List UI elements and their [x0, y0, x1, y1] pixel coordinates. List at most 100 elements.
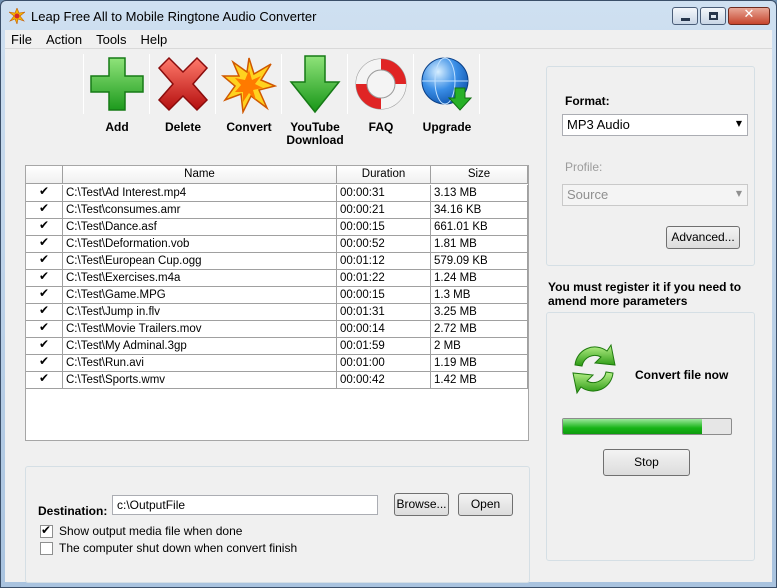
register-notice: You must register it if you need to amen… [548, 280, 742, 308]
checkmark-icon: ✔ [39, 185, 50, 198]
cell-name: C:\Test\Deformation.vob [63, 236, 337, 252]
cell-duration: 00:01:00 [337, 355, 431, 371]
menu-action[interactable]: Action [46, 32, 82, 47]
faq-button[interactable]: FAQ [349, 52, 413, 148]
cell-duration: 00:00:14 [337, 321, 431, 337]
table-row[interactable]: ✔ C:\Test\consumes.amr 00:00:21 34.16 KB [26, 202, 528, 219]
cell-name: C:\Test\Ad Interest.mp4 [63, 185, 337, 201]
checkmark-icon: ✔ [39, 270, 50, 283]
stop-button[interactable]: Stop [603, 449, 690, 476]
delete-button[interactable]: Delete [151, 52, 215, 148]
column-header-check[interactable] [26, 166, 63, 184]
cell-name: C:\Test\Dance.asf [63, 219, 337, 235]
checkmark-icon: ✔ [39, 287, 50, 300]
menu-help[interactable]: Help [140, 32, 167, 47]
progress-fill [563, 419, 703, 434]
toolbar-separator [413, 54, 414, 114]
checkmark-icon: ✔ [39, 202, 50, 215]
row-checkbox[interactable]: ✔ [38, 202, 51, 215]
cell-duration: 00:00:15 [337, 287, 431, 303]
table-row[interactable]: ✔ C:\Test\Deformation.vob 00:00:52 1.81 MB [26, 236, 528, 253]
table-row[interactable]: ✔ C:\Test\Movie Trailers.mov 00:00:14 2.72 … [26, 321, 528, 338]
table-row[interactable]: ✔ C:\Test\Exercises.m4a 00:01:22 1.24 MB [26, 270, 528, 287]
table-row[interactable]: ✔ C:\Test\Dance.asf 00:00:15 661.01 KB [26, 219, 528, 236]
delete-x-icon [157, 56, 209, 112]
dropdown-arrow-icon: ▼ [735, 119, 742, 128]
column-header-duration[interactable]: Duration [337, 166, 431, 184]
profile-value: Source [567, 187, 609, 202]
row-check-cell: ✔ [26, 253, 63, 269]
lifebuoy-icon [355, 58, 407, 110]
advanced-button[interactable]: Advanced... [666, 226, 740, 249]
conversion-progress-bar [562, 418, 732, 435]
checkmark-icon: ✔ [39, 372, 50, 385]
cell-size: 1.42 MB [431, 372, 528, 388]
row-checkbox[interactable]: ✔ [38, 185, 51, 198]
table-row[interactable]: ✔ C:\Test\My Adminal.3gp 00:01:59 2 MB [26, 338, 528, 355]
cell-name: C:\Test\Jump in.flv [63, 304, 337, 320]
row-checkbox[interactable]: ✔ [38, 338, 51, 351]
row-checkbox[interactable]: ✔ [38, 219, 51, 232]
cell-size: 1.24 MB [431, 270, 528, 286]
maximize-button[interactable] [700, 7, 726, 25]
youtube-download-button[interactable]: YouTube Download [283, 52, 347, 148]
main-client-area: Add Delete Convert YouTube Download FAQ … [5, 48, 772, 583]
column-header-size[interactable]: Size [431, 166, 528, 184]
browse-button[interactable]: Browse... [394, 493, 449, 516]
destination-input[interactable] [112, 495, 378, 515]
globe-download-icon [421, 57, 473, 111]
cell-size: 3.13 MB [431, 185, 528, 201]
profile-select[interactable]: Source ▼ [562, 184, 748, 206]
close-button[interactable]: ✕ [728, 7, 770, 25]
close-icon: ✕ [743, 7, 755, 22]
row-check-cell: ✔ [26, 219, 63, 235]
shutdown-checkbox[interactable] [40, 541, 53, 555]
toolbar-separator [215, 54, 216, 114]
shutdown-option[interactable]: The computer shut down when convert fini… [40, 541, 297, 555]
file-list[interactable]: Name Duration Size ✔ C:\Test\Ad Interest.… [25, 165, 529, 441]
row-checkbox[interactable]: ✔ [38, 304, 51, 317]
row-checkbox[interactable]: ✔ [38, 372, 51, 385]
cell-name: C:\Test\Movie Trailers.mov [63, 321, 337, 337]
show-output-option[interactable]: ✔ Show output media file when done [40, 523, 242, 538]
upgrade-label: Upgrade [422, 120, 472, 134]
destination-label: Destination: [38, 504, 108, 518]
table-row[interactable]: ✔ C:\Test\Run.avi 00:01:00 1.19 MB [26, 355, 528, 372]
row-checkbox[interactable]: ✔ [38, 236, 51, 249]
format-select[interactable]: MP3 Audio ▼ [562, 114, 748, 136]
table-row[interactable]: ✔ C:\Test\Jump in.flv 00:01:31 3.25 MB [26, 304, 528, 321]
add-button[interactable]: Add [85, 52, 149, 148]
menu-tools[interactable]: Tools [96, 32, 126, 47]
minimize-button[interactable] [672, 7, 698, 25]
checkmark-icon: ✔ [39, 304, 50, 317]
column-header-name[interactable]: Name [63, 166, 337, 184]
row-checkbox[interactable]: ✔ [38, 321, 51, 334]
upgrade-button[interactable]: Upgrade [415, 52, 479, 148]
show-output-checkbox[interactable]: ✔ [40, 523, 53, 538]
format-label: Format: [565, 94, 610, 108]
table-row[interactable]: ✔ C:\Test\Sports.wmv 00:00:42 1.42 MB [26, 372, 528, 389]
toolbar-separator [281, 54, 282, 114]
cell-size: 3.25 MB [431, 304, 528, 320]
title-bar[interactable]: Leap Free All to Mobile Ringtone Audio C… [1, 1, 776, 30]
convert-button[interactable]: Convert [217, 52, 281, 148]
row-check-cell: ✔ [26, 321, 63, 337]
row-checkbox[interactable]: ✔ [38, 355, 51, 368]
table-row[interactable]: ✔ C:\Test\Game.MPG 00:00:15 1.3 MB [26, 287, 528, 304]
minimize-icon [681, 18, 690, 21]
row-checkbox[interactable]: ✔ [38, 270, 51, 283]
file-list-body: ✔ C:\Test\Ad Interest.mp4 00:00:31 3.13 MB ✔… [26, 185, 528, 389]
row-check-cell: ✔ [26, 202, 63, 218]
cell-size: 2 MB [431, 338, 528, 354]
cell-name: C:\Test\My Adminal.3gp [63, 338, 337, 354]
row-checkbox[interactable]: ✔ [38, 287, 51, 300]
table-row[interactable]: ✔ C:\Test\European Cup.ogg 00:01:12 579.09 … [26, 253, 528, 270]
table-row[interactable]: ✔ C:\Test\Ad Interest.mp4 00:00:31 3.13 MB [26, 185, 528, 202]
row-checkbox[interactable]: ✔ [38, 253, 51, 266]
cell-duration: 00:01:12 [337, 253, 431, 269]
menu-file[interactable]: File [11, 32, 32, 47]
open-button[interactable]: Open [458, 493, 513, 516]
cell-name: C:\Test\Sports.wmv [63, 372, 337, 388]
destination-panel: Destination: Browse... Open ✔ Show outpu… [25, 466, 530, 583]
cell-size: 1.19 MB [431, 355, 528, 371]
